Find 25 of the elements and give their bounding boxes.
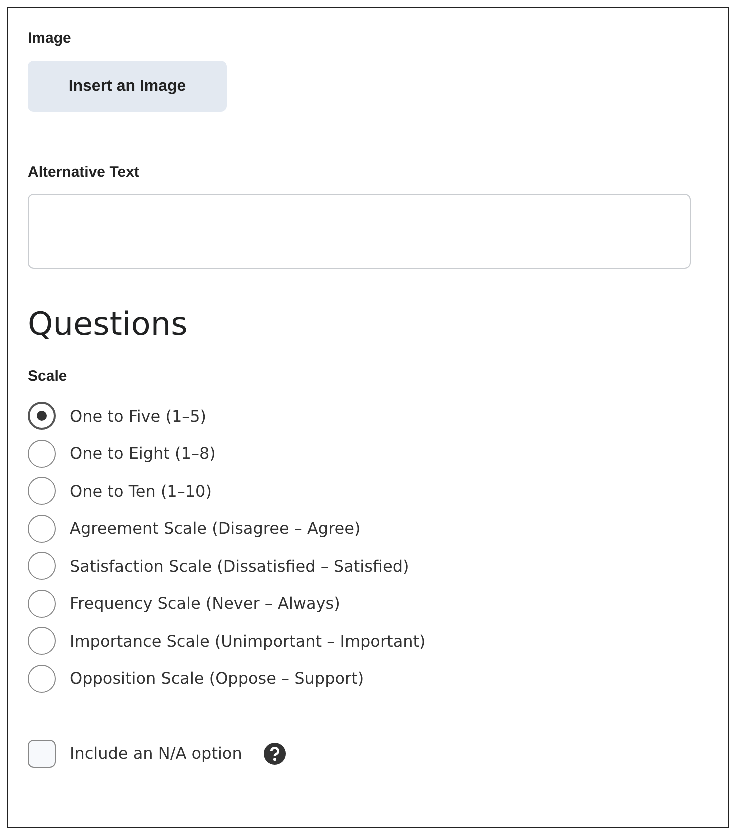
radio-label: Agreement Scale (Disagree – Agree) (70, 519, 361, 538)
radio-label: Satisfaction Scale (Dissatisfied – Satisfied) (70, 556, 410, 576)
radio-button[interactable] (28, 552, 56, 580)
section-heading: Questions (28, 305, 189, 343)
help-icon[interactable] (264, 742, 286, 764)
field-label: Scale (28, 368, 68, 385)
radio-button[interactable] (28, 440, 56, 468)
radio-label: One to Eight (1–8) (70, 444, 216, 463)
alt-text-field[interactable] (28, 194, 691, 269)
radio-label: Opposition Scale (Oppose – Support) (70, 669, 364, 688)
field-label: Alternative Text (28, 164, 140, 181)
checkbox[interactable] (28, 740, 56, 768)
radio-button[interactable] (28, 664, 56, 692)
radio-label: One to Five (1–5) (70, 406, 207, 426)
radio-button[interactable] (28, 514, 56, 542)
radio-label: Importance Scale (Unimportant – Important) (70, 632, 426, 650)
radio-button[interactable] (28, 627, 56, 655)
radio-label: Frequency Scale (Never – Always) (70, 594, 340, 613)
checkbox-label: Include an N/A option (70, 744, 242, 763)
field-label: Image (28, 30, 72, 47)
insert-image-button[interactable]: Insert an Image (28, 61, 227, 112)
radio-button[interactable] (28, 402, 56, 430)
radio-button[interactable] (28, 590, 56, 618)
radio-label: One to Ten (1–10) (70, 482, 212, 500)
radio-button[interactable] (28, 477, 56, 505)
